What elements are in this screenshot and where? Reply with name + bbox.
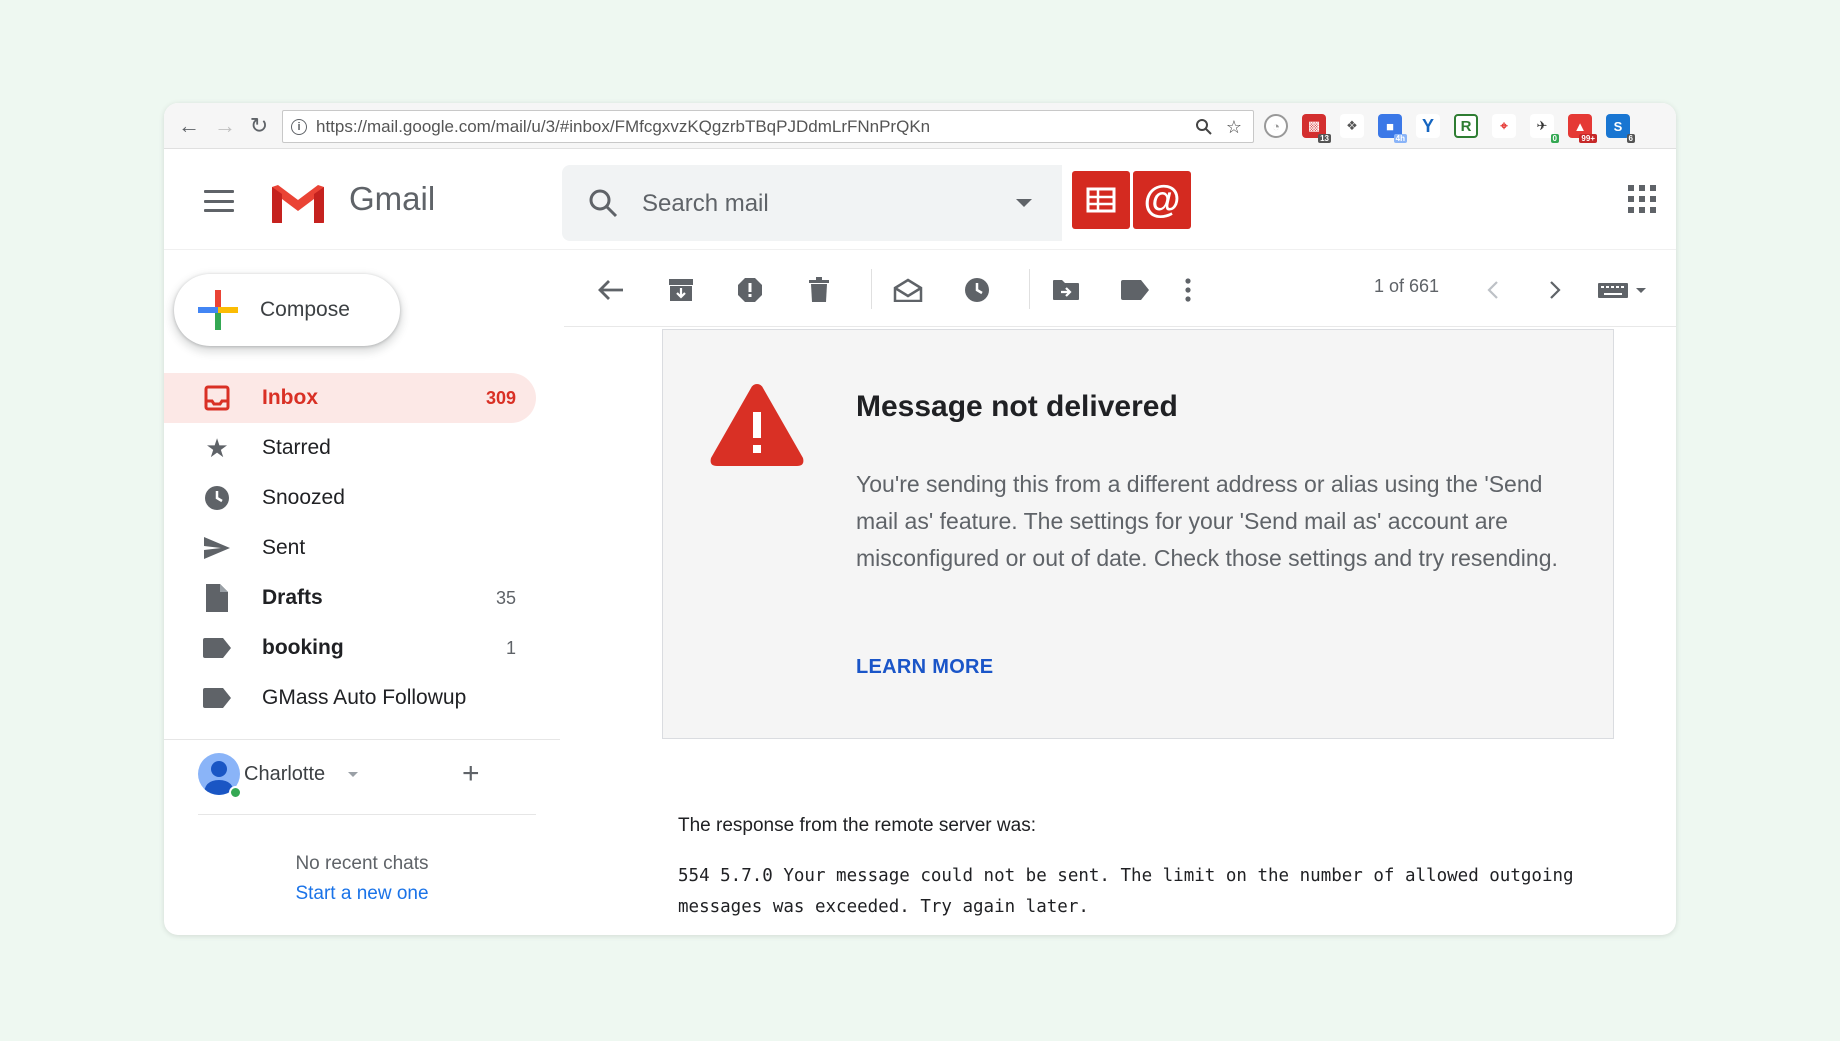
forward-icon[interactable]: →: [212, 113, 238, 139]
compose-plus-icon: [198, 290, 238, 330]
sidebar-item-label: Inbox: [262, 386, 318, 409]
label-icon: [202, 683, 232, 713]
start-new-chat-link[interactable]: Start a new one: [164, 883, 560, 905]
search-options-icon[interactable]: [1016, 199, 1032, 207]
pagination-text: 1 of 661: [1374, 276, 1440, 296]
online-status-dot: [229, 786, 242, 799]
url-text[interactable]: https://mail.google.com/mail/u/3/#inbox/…: [316, 117, 930, 137]
chat-divider: [198, 814, 536, 815]
delete-icon[interactable]: [802, 273, 836, 307]
search-input[interactable]: Search mail: [642, 190, 769, 218]
back-to-inbox-icon[interactable]: [594, 273, 628, 307]
sidebar-item-snoozed[interactable]: Snoozed: [164, 473, 536, 523]
delivery-failure-card: Message not delivered You're sending thi…: [662, 329, 1614, 739]
inbox-icon: [202, 383, 232, 413]
sidebar-item-label: Sent: [262, 536, 306, 559]
browser-toolbar: ← → ↻ i https://mail.google.com/mail/u/3…: [164, 103, 1676, 149]
more-options-icon[interactable]: [1171, 273, 1205, 307]
extension-icon-2[interactable]: ▩ 13: [1302, 114, 1331, 143]
draft-count: 35: [495, 587, 516, 608]
sidebar-item-gmass-auto-followup[interactable]: GMass Auto Followup: [164, 673, 536, 723]
server-response-code: 554 5.7.0 Your message could not be sent…: [678, 866, 1574, 917]
extension-icon-1[interactable]: ◔: [1264, 114, 1288, 138]
gmail-wordmark[interactable]: Gmail: [349, 180, 435, 218]
back-icon[interactable]: ←: [176, 113, 202, 139]
sidebar-item-drafts[interactable]: Drafts 35: [164, 573, 536, 623]
compose-label: Compose: [260, 298, 350, 321]
address-bar[interactable]: i https://mail.google.com/mail/u/3/#inbo…: [282, 110, 1254, 143]
sidebar-item-inbox[interactable]: Inbox 309: [164, 373, 536, 423]
extension-icon-10[interactable]: S6: [1606, 114, 1635, 143]
extension-icon-9[interactable]: ▲ 99+: [1568, 114, 1597, 143]
archive-icon[interactable]: [664, 273, 698, 307]
info-icon[interactable]: i: [291, 118, 307, 135]
older-icon[interactable]: [1538, 273, 1572, 307]
input-tools-keyboard-icon[interactable]: [1596, 273, 1652, 307]
message-body: You're sending this from a different add…: [856, 471, 1558, 571]
unread-count: 309: [485, 387, 516, 408]
sidebar-item-label: booking: [262, 636, 344, 659]
draft-icon: [202, 583, 232, 613]
warning-icon: [710, 384, 804, 466]
evernote-icon[interactable]: ❖: [1340, 114, 1364, 138]
bookmark-star-icon[interactable]: ☆: [1223, 116, 1245, 138]
compose-button[interactable]: Compose: [174, 274, 400, 346]
label-count: 1: [505, 637, 516, 658]
newer-icon[interactable]: [1476, 273, 1510, 307]
gmass-at-button[interactable]: @: [1133, 171, 1191, 229]
move-to-icon[interactable]: [1049, 273, 1083, 307]
header-divider: [164, 249, 1676, 250]
search-icon[interactable]: [587, 187, 619, 219]
message-title: Message not delivered: [856, 390, 1178, 423]
toolbar-separator: [871, 269, 872, 309]
gmail-logo-icon[interactable]: [268, 181, 328, 225]
sidebar-item-label: Snoozed: [262, 486, 345, 509]
extension-icon-4[interactable]: ■ 4h: [1378, 114, 1407, 143]
r-icon[interactable]: R: [1454, 114, 1478, 138]
apps-grid-icon[interactable]: [1628, 185, 1656, 213]
report-spam-icon[interactable]: [733, 273, 767, 307]
toolbar-divider: [564, 326, 1676, 327]
toolbar-separator: [1029, 269, 1030, 309]
user-name[interactable]: Charlotte: [244, 763, 325, 786]
no-chats-text: No recent chats: [295, 853, 429, 874]
gmass-sheet-button[interactable]: [1072, 171, 1130, 229]
hangouts-user[interactable]: Charlotte +: [198, 753, 538, 803]
mark-as-unread-icon[interactable]: [891, 273, 925, 307]
y-icon[interactable]: Y: [1416, 114, 1440, 138]
snooze-icon[interactable]: [960, 273, 994, 307]
sidebar-item-label: GMass Auto Followup: [262, 686, 467, 709]
clock-icon: [202, 483, 232, 513]
sidebar-divider: [164, 739, 560, 740]
reload-icon[interactable]: ↻: [246, 113, 272, 139]
sidebar-item-booking[interactable]: booking 1: [164, 623, 536, 673]
labels-icon[interactable]: [1118, 273, 1152, 307]
browser-window: ← → ↻ i https://mail.google.com/mail/u/3…: [164, 103, 1676, 935]
sidebar-item-label: Starred: [262, 436, 331, 459]
main-menu-icon[interactable]: [204, 190, 234, 212]
star-icon: ★: [205, 432, 229, 463]
spreadsheet-icon: [1086, 187, 1116, 213]
user-dropdown-icon[interactable]: [348, 772, 358, 777]
extension-icon-8[interactable]: ✈ 0: [1530, 114, 1559, 143]
label-icon: [202, 633, 232, 663]
sidebar-item-sent[interactable]: Sent: [164, 523, 536, 573]
search-bar[interactable]: Search mail: [562, 165, 1062, 241]
sidebar-item-starred[interactable]: ★ Starred: [164, 423, 536, 473]
extension-icon-7[interactable]: ⌖: [1492, 114, 1516, 138]
learn-more-link[interactable]: LEARN MORE: [856, 656, 993, 679]
server-response-intro: The response from the remote server was:: [678, 815, 1036, 836]
zoom-icon[interactable]: [1193, 116, 1215, 138]
send-icon: [202, 533, 232, 563]
sidebar-nav: Inbox 309 ★ Starred Snoozed Sent Drafts …: [164, 373, 536, 723]
new-chat-plus-icon[interactable]: +: [462, 757, 480, 791]
sidebar-item-label: Drafts: [262, 586, 323, 609]
